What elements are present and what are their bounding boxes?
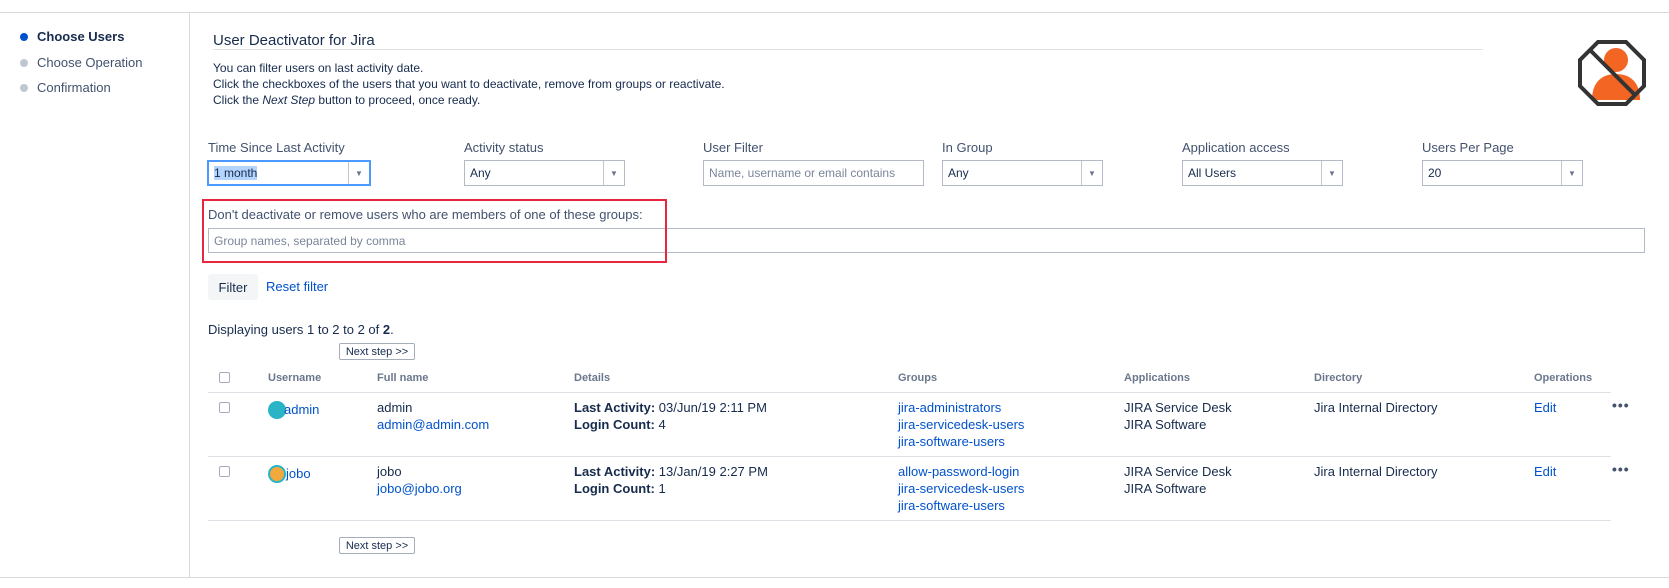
application-list: JIRA Service Desk JIRA Software <box>1124 464 1232 496</box>
select-all-checkbox[interactable] <box>219 372 230 383</box>
row-checkbox[interactable] <box>219 466 230 477</box>
header-directory: Directory <box>1314 372 1363 384</box>
header-groups: Groups <box>898 372 938 384</box>
chevron-down-icon[interactable]: ▼ <box>1561 161 1582 185</box>
table-divider <box>208 456 1611 457</box>
full-name: jobo <box>377 464 402 479</box>
edit-link[interactable]: Edit <box>1534 464 1556 479</box>
chevron-down-icon[interactable]: ▼ <box>348 162 369 184</box>
full-name: admin <box>377 400 413 415</box>
exclude-groups-label: Don't deactivate or remove users who are… <box>208 207 643 222</box>
exclude-groups-input[interactable] <box>208 228 1645 253</box>
user-filter-label: User Filter <box>703 140 763 155</box>
users-per-page-value: 20 <box>1428 166 1442 180</box>
step-choose-users[interactable]: Choose Users <box>20 29 124 44</box>
user-details: Last Activity: 13/Jan/19 2:27 PM Login C… <box>574 464 768 496</box>
email-link[interactable]: jobo@jobo.org <box>377 481 462 496</box>
table-divider <box>208 392 1611 393</box>
more-options-icon[interactable]: ••• <box>1612 397 1630 413</box>
intro-line: You can filter users on last activity da… <box>213 61 424 75</box>
application-access-label: Application access <box>1182 140 1290 155</box>
time-since-label: Time Since Last Activity <box>208 140 345 155</box>
step-confirmation[interactable]: Confirmation <box>20 80 111 95</box>
filter-button[interactable]: Filter <box>208 274 258 300</box>
application-access-value: All Users <box>1188 166 1237 180</box>
group-link[interactable]: jira-software-users <box>898 498 1005 513</box>
results-summary: Displaying users 1 to 2 to 2 of 2. <box>208 322 394 337</box>
step-label: Choose Operation <box>37 55 143 70</box>
more-options-icon[interactable]: ••• <box>1612 461 1630 477</box>
intro-line: Click the Next Step button to proceed, o… <box>213 93 481 107</box>
application-access-select[interactable]: All Users ▼ <box>1182 160 1343 186</box>
activity-status-label: Activity status <box>464 140 544 155</box>
step-choose-operation[interactable]: Choose Operation <box>20 55 143 70</box>
application-list: JIRA Service Desk JIRA Software <box>1124 400 1232 432</box>
table-divider <box>208 520 1611 521</box>
directory: Jira Internal Directory <box>1314 464 1438 479</box>
chevron-down-icon[interactable]: ▼ <box>1081 161 1102 185</box>
step-label: Confirmation <box>37 80 111 95</box>
deactivated-user-icon <box>1578 40 1646 106</box>
group-link[interactable]: jira-software-users <box>898 434 1005 449</box>
chevron-down-icon[interactable]: ▼ <box>1321 161 1342 185</box>
header-full-name: Full name <box>377 372 429 384</box>
users-per-page-select[interactable]: 20 ▼ <box>1422 160 1583 186</box>
header-details: Details <box>574 372 611 384</box>
users-per-page-label: Users Per Page <box>1422 140 1514 155</box>
sidebar-divider <box>189 13 190 577</box>
group-link[interactable]: jira-administrators <box>898 400 1001 415</box>
header-operations: Operations <box>1534 372 1593 384</box>
header-username: Username <box>268 372 322 384</box>
edit-link[interactable]: Edit <box>1534 400 1556 415</box>
group-link[interactable]: allow-password-login <box>898 464 1019 479</box>
reset-filter-link[interactable]: Reset filter <box>266 279 328 294</box>
time-since-select[interactable]: 1 month ▼ <box>207 160 371 186</box>
in-group-value: Any <box>948 166 969 180</box>
group-link[interactable]: jira-servicedesk-users <box>898 417 1024 432</box>
bottom-divider <box>0 577 1669 578</box>
chevron-down-icon[interactable]: ▼ <box>603 161 624 185</box>
intro-text: You can filter users on last activity da… <box>213 60 725 108</box>
top-divider <box>0 12 1669 13</box>
next-step-button-top[interactable]: Next step >> <box>339 343 415 360</box>
group-list: jira-administrators jira-servicedesk-use… <box>898 399 1024 450</box>
username-link[interactable]: jobo <box>286 466 311 481</box>
page-title: User Deactivator for Jira <box>213 32 375 49</box>
username-link[interactable]: admin <box>284 402 319 417</box>
step-indicator-icon <box>20 83 28 92</box>
next-step-button-bottom[interactable]: Next step >> <box>339 537 415 554</box>
activity-status-select[interactable]: Any ▼ <box>464 160 625 186</box>
email-link[interactable]: admin@admin.com <box>377 417 489 432</box>
step-indicator-icon <box>20 58 28 67</box>
row-checkbox[interactable] <box>219 402 230 413</box>
group-link[interactable]: jira-servicedesk-users <box>898 481 1024 496</box>
intro-line: Click the checkboxes of the users that y… <box>213 77 725 91</box>
user-filter-input[interactable] <box>703 160 924 186</box>
title-divider <box>213 49 1483 50</box>
header-applications: Applications <box>1124 372 1191 384</box>
in-group-label: In Group <box>942 140 993 155</box>
avatar <box>268 465 286 483</box>
step-indicator-icon <box>20 32 28 41</box>
time-since-value: 1 month <box>214 166 258 180</box>
user-details: Last Activity: 03/Jun/19 2:11 PM Login C… <box>574 400 767 432</box>
directory: Jira Internal Directory <box>1314 400 1438 415</box>
group-list: allow-password-login jira-servicedesk-us… <box>898 463 1024 514</box>
in-group-select[interactable]: Any ▼ <box>942 160 1103 186</box>
step-label: Choose Users <box>37 29 125 44</box>
activity-status-value: Any <box>470 166 491 180</box>
